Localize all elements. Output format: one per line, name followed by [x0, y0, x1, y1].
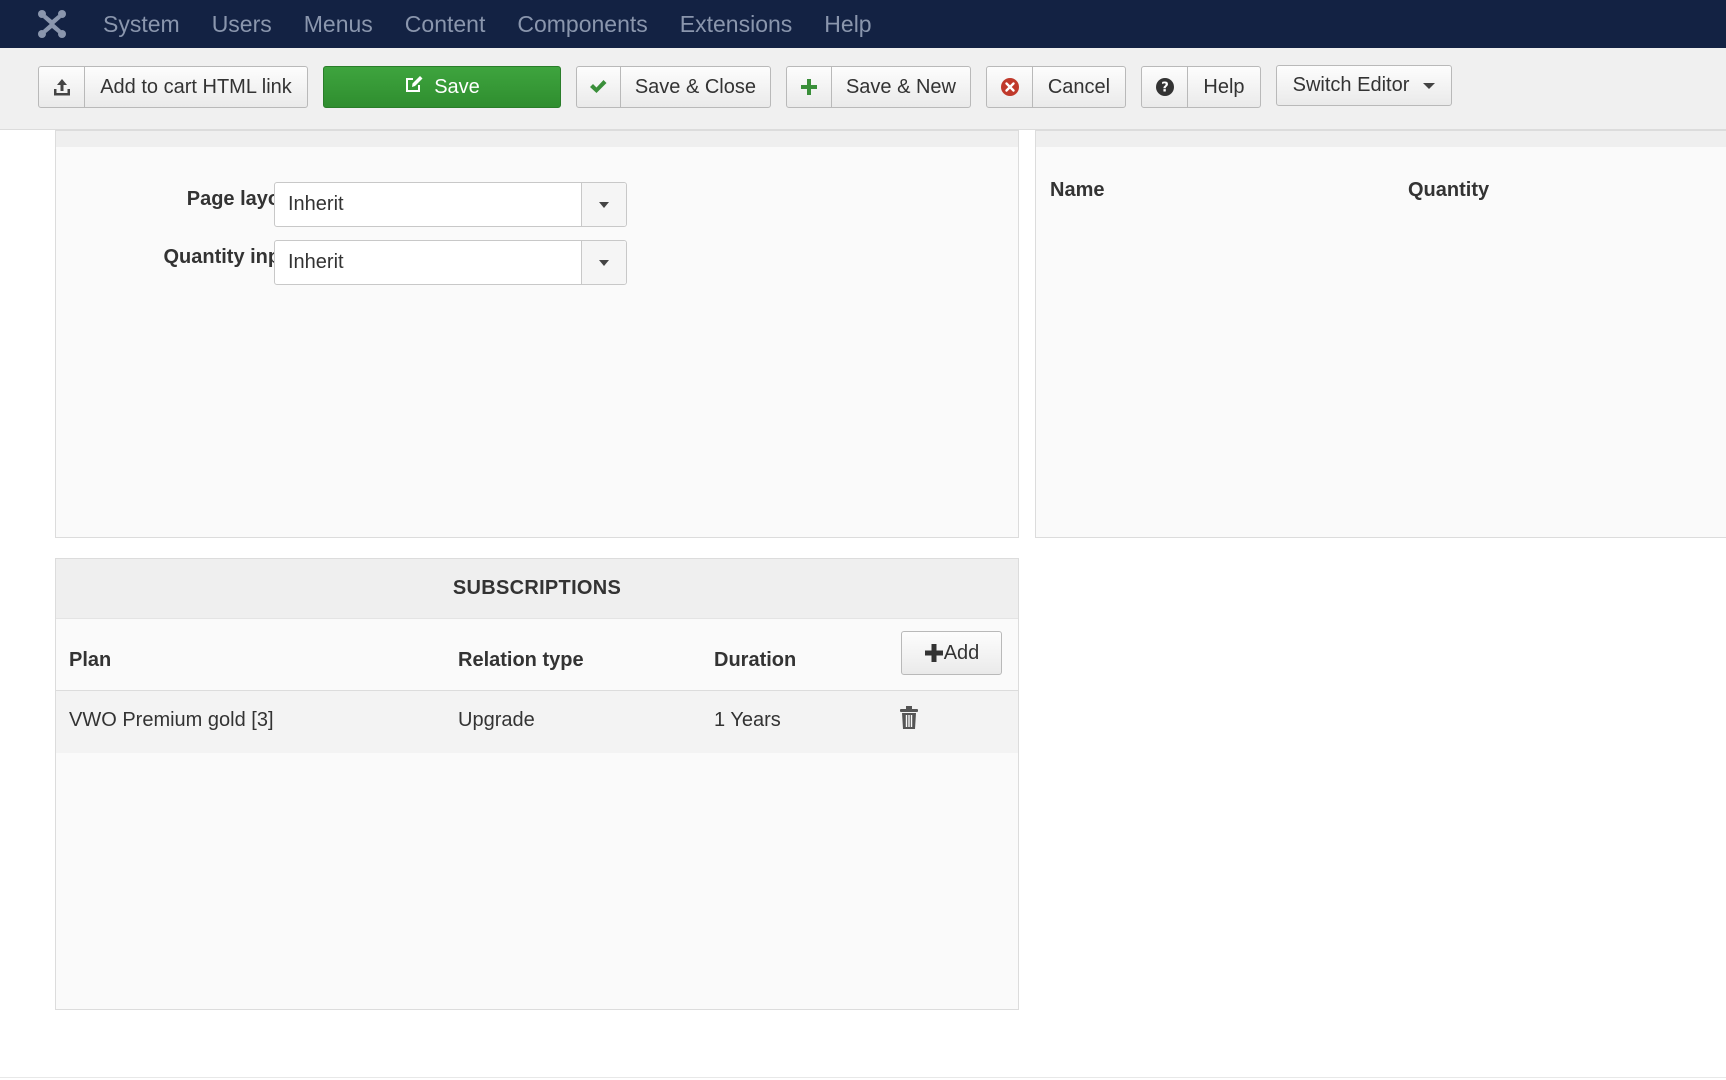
nav-content[interactable]: Content	[405, 11, 486, 38]
caret-down-icon	[1423, 82, 1436, 89]
question-circle-icon: ?	[1142, 67, 1188, 107]
cancel-circle-icon	[987, 67, 1033, 107]
save-new-label: Save & New	[845, 75, 956, 98]
cancel-button[interactable]: Cancel	[986, 66, 1126, 108]
subscriptions-title: SUBSCRIPTIONS	[56, 559, 1018, 619]
plus-icon	[924, 643, 944, 663]
subscriptions-table-header: Plan Relation type Duration	[56, 619, 1018, 691]
column-header-duration: Duration	[714, 649, 797, 671]
plan-cell: VWO Premium gold [3]	[69, 709, 274, 731]
page-layout-value: Inherit	[288, 193, 344, 215]
cancel-label: Cancel	[1047, 75, 1111, 98]
nav-menus[interactable]: Menus	[304, 11, 373, 38]
nav-extensions[interactable]: Extensions	[680, 11, 793, 38]
save-label: Save	[434, 75, 480, 98]
items-panel: Name Quantity	[1035, 130, 1726, 538]
column-header-plan: Plan	[69, 649, 112, 671]
caret-down-icon	[599, 259, 609, 266]
svg-text:?: ?	[1161, 81, 1169, 96]
joomla-logo-icon[interactable]	[27, 0, 77, 48]
switch-editor-dropdown[interactable]: Switch Editor	[1276, 65, 1452, 106]
column-header-name: Name	[1050, 179, 1105, 201]
trash-icon[interactable]	[899, 706, 919, 735]
layout-settings-panel: Page layout Inherit Quantity input Inher…	[55, 130, 1019, 538]
save-close-label: Save & Close	[634, 75, 756, 98]
duration-cell: 1 Years	[714, 709, 781, 731]
dropdown-toggle[interactable]	[581, 241, 626, 284]
upload-icon	[39, 67, 85, 107]
page-bottom-divider	[0, 1077, 1726, 1078]
action-toolbar: Add to cart HTML link Save Save & Close …	[0, 48, 1726, 130]
save-new-button[interactable]: Save & New	[786, 66, 971, 108]
quantity-input-select[interactable]: Inherit	[274, 240, 627, 285]
nav-components[interactable]: Components	[517, 11, 647, 38]
quantity-input-value: Inherit	[288, 251, 344, 273]
relation-type-cell: Upgrade	[458, 709, 535, 731]
help-label: Help	[1203, 75, 1245, 98]
check-icon	[577, 67, 621, 107]
edit-icon	[404, 74, 424, 100]
nav-users[interactable]: Users	[212, 11, 272, 38]
caret-down-icon	[599, 201, 609, 208]
add-label: Add	[943, 641, 980, 664]
nav-system[interactable]: System	[103, 11, 180, 38]
top-navigation-bar: System Users Menus Content Components Ex…	[0, 0, 1726, 48]
add-to-cart-label: Add to cart HTML link	[100, 75, 292, 98]
page-layout-select[interactable]: Inherit	[274, 182, 627, 227]
column-header-quantity: Quantity	[1408, 179, 1490, 201]
save-button[interactable]: Save	[323, 66, 561, 108]
save-close-button[interactable]: Save & Close	[576, 66, 771, 108]
add-subscription-button[interactable]: Add	[901, 631, 1002, 675]
column-header-relation-type: Relation type	[458, 649, 584, 671]
table-row: VWO Premium gold [3] Upgrade 1 Years	[56, 691, 1018, 753]
switch-editor-label: Switch Editor	[1292, 74, 1410, 96]
plus-icon	[787, 67, 832, 107]
dropdown-toggle[interactable]	[581, 183, 626, 226]
nav-help[interactable]: Help	[824, 11, 871, 38]
help-button[interactable]: ? Help	[1141, 66, 1261, 108]
add-to-cart-link-button[interactable]: Add to cart HTML link	[38, 66, 308, 108]
subscriptions-panel: SUBSCRIPTIONS Plan Relation type Duratio…	[55, 558, 1019, 1010]
